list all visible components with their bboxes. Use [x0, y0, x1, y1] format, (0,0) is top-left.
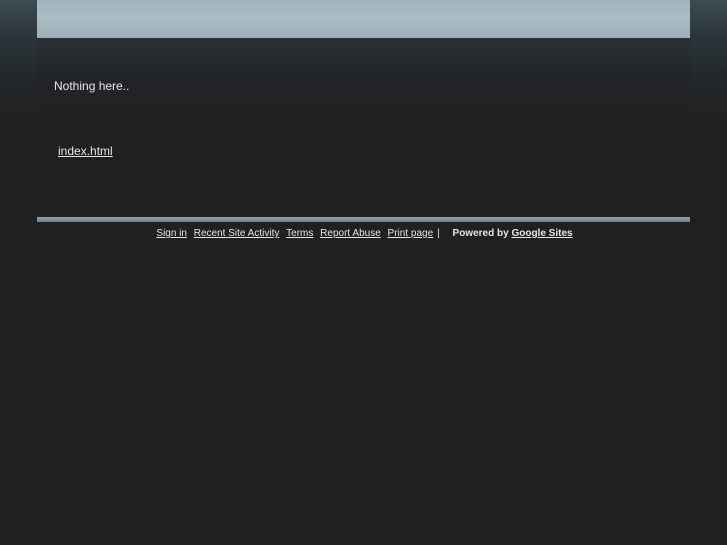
empty-message: Nothing here..: [54, 79, 130, 93]
powered-by-text: Powered by: [452, 228, 509, 239]
index-html-link[interactable]: index.html: [58, 144, 113, 158]
recent-site-activity-link[interactable]: Recent Site Activity: [194, 228, 280, 239]
terms-link[interactable]: Terms: [286, 228, 313, 239]
site-footer: Sign in Recent Site Activity Terms Repor…: [37, 222, 690, 239]
site-header: [37, 0, 690, 38]
site-wrapper: Nothing here.. index.html Sign in Recent…: [37, 0, 690, 239]
google-sites-link[interactable]: Google Sites: [511, 228, 572, 239]
footer-separator: |: [437, 228, 440, 239]
print-page-link[interactable]: Print page: [388, 228, 434, 239]
sign-in-link[interactable]: Sign in: [156, 228, 187, 239]
report-abuse-link[interactable]: Report Abuse: [320, 228, 381, 239]
main-content: Nothing here.. index.html: [37, 38, 690, 217]
powered-by-label: Powered by Google Sites: [453, 228, 573, 239]
